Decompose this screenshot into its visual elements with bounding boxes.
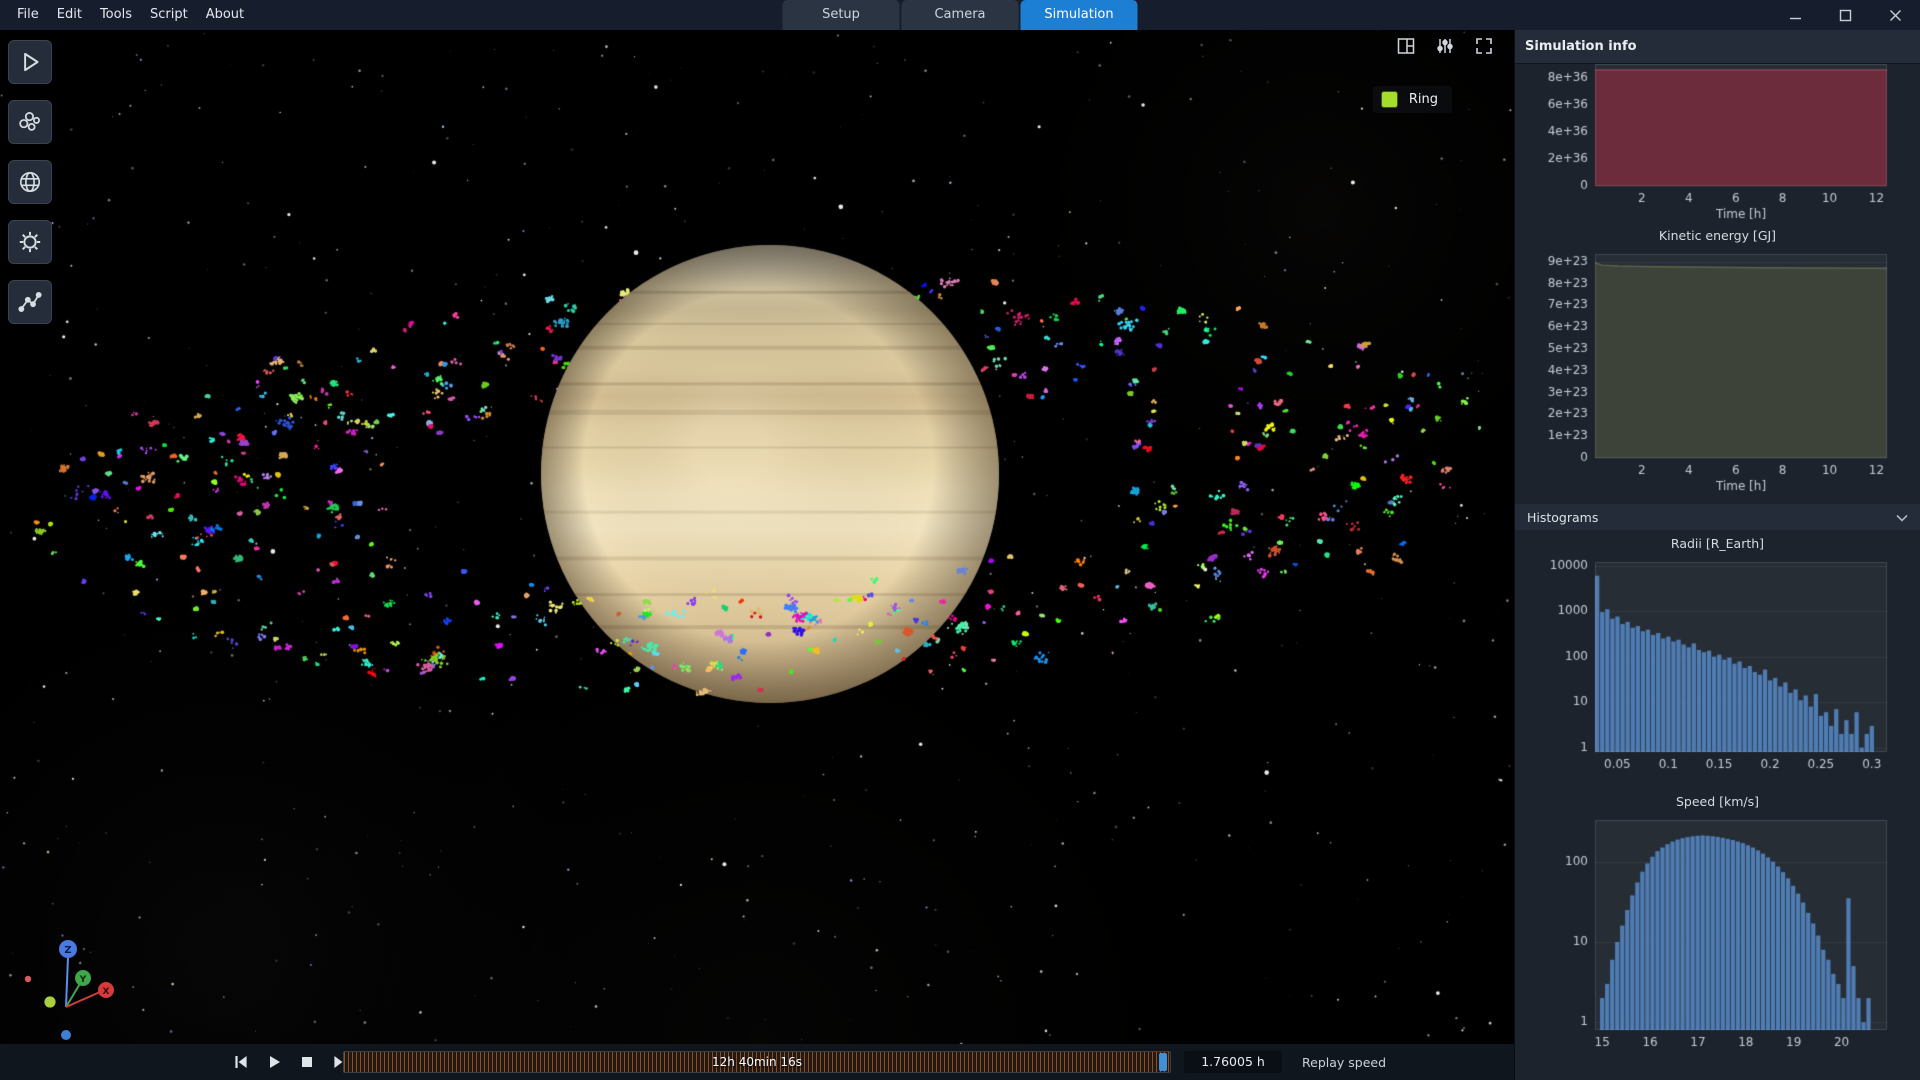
svg-text:Z: Z: [64, 945, 71, 956]
play-button-icon[interactable]: [261, 1049, 287, 1075]
gear-icon: [17, 229, 43, 255]
histograms-section-header[interactable]: Histograms: [1515, 504, 1920, 530]
menu-bar: File Edit Tools Script About: [0, 0, 253, 30]
playback-bar: 12h 40min 16s 1.76005 h Replay speed: [0, 1044, 1514, 1080]
tab-camera[interactable]: Camera: [902, 0, 1019, 30]
replay-speed-value: 1.76005 h: [1184, 1051, 1282, 1073]
viewport: Ring Z Y X: [0, 30, 1514, 1044]
tab-setup[interactable]: Setup: [783, 0, 900, 30]
svg-text:Y: Y: [79, 975, 87, 985]
run-simulation-button[interactable]: [8, 40, 52, 84]
stop-icon[interactable]: [294, 1049, 320, 1075]
particles-view-button[interactable]: [8, 100, 52, 144]
panels-icon[interactable]: [1394, 34, 1418, 58]
settings-button[interactable]: [8, 220, 52, 264]
speed-histogram-chart: [1515, 814, 1920, 1066]
playback-controls: [228, 1044, 353, 1080]
menu-file[interactable]: File: [8, 0, 48, 30]
maximize-icon[interactable]: [1832, 2, 1858, 28]
fullscreen-icon[interactable]: [1472, 34, 1496, 58]
left-toolbar: [8, 40, 52, 324]
close-icon[interactable]: [1882, 2, 1908, 28]
ring-color-swatch[interactable]: [1381, 91, 1398, 108]
titlebar: File Edit Tools Script About Setup Camer…: [0, 0, 1920, 30]
skip-to-start-icon[interactable]: [228, 1049, 254, 1075]
ring-legend[interactable]: Ring: [1373, 86, 1452, 113]
kinetic-energy-chart: [1515, 248, 1920, 494]
main-tabs: Setup Camera Simulation: [782, 0, 1139, 30]
sidebar-title: Simulation info: [1515, 30, 1920, 64]
axes-gizmo: Z Y X: [0, 929, 150, 1044]
menu-script[interactable]: Script: [141, 0, 197, 30]
particles-icon: [17, 109, 43, 135]
momentum-chart: [1515, 64, 1920, 222]
app-window: File Edit Tools Script About Setup Camer…: [0, 0, 1920, 1080]
chevron-down-icon[interactable]: [1896, 510, 1908, 525]
timeline-slider[interactable]: 12h 40min 16s: [343, 1051, 1171, 1073]
viewport-canvas[interactable]: [0, 30, 1514, 1044]
tab-simulation[interactable]: Simulation: [1021, 0, 1138, 30]
play-icon: [17, 49, 43, 75]
plots-icon: [17, 289, 43, 315]
viewport-header-icons: [1394, 34, 1496, 58]
menu-tools[interactable]: Tools: [91, 0, 141, 30]
ring-legend-label: Ring: [1409, 92, 1438, 107]
histograms-label: Histograms: [1527, 510, 1598, 525]
menu-edit[interactable]: Edit: [48, 0, 91, 30]
svg-text:X: X: [103, 987, 110, 997]
simulation-info-panel: Simulation info Kinetic energy [GJ] Hist…: [1514, 30, 1920, 1080]
radii-histogram-chart: [1515, 556, 1920, 788]
timeline-time-text: 12h 40min 16s: [344, 1052, 1170, 1072]
minimize-icon[interactable]: [1782, 2, 1808, 28]
replay-speed-label: Replay speed: [1302, 1044, 1386, 1080]
globe-icon: [17, 169, 43, 195]
timeline-handle[interactable]: [1159, 1053, 1167, 1071]
plots-button[interactable]: [8, 280, 52, 324]
tune-icon[interactable]: [1433, 34, 1457, 58]
kinetic-energy-title: Kinetic energy [GJ]: [1515, 228, 1920, 248]
window-controls: [1782, 0, 1908, 30]
speed-histogram-title: Speed [km/s]: [1515, 794, 1920, 814]
menu-about[interactable]: About: [197, 0, 253, 30]
radii-histogram-title: Radii [R_Earth]: [1515, 536, 1920, 556]
surface-view-button[interactable]: [8, 160, 52, 204]
